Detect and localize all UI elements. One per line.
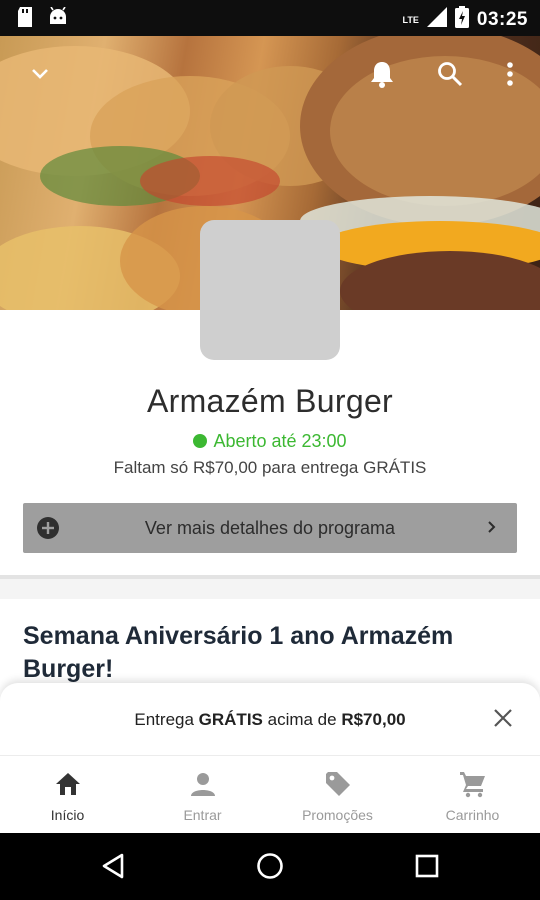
- tag-icon: [322, 768, 354, 800]
- sd-card-icon: [16, 7, 34, 32]
- free-delivery-highlight: GRÁTIS: [198, 710, 263, 729]
- bell-icon: [369, 60, 395, 93]
- recents-square-icon: [415, 854, 439, 883]
- chevron-right-icon: [487, 517, 497, 542]
- nav-label: Promoções: [302, 807, 373, 823]
- close-icon: [492, 709, 514, 733]
- person-icon: [187, 768, 219, 800]
- store-logo: [200, 220, 340, 360]
- home-system-button[interactable]: [250, 848, 290, 888]
- nav-label: Início: [50, 807, 85, 823]
- nav-item-entrar[interactable]: Entrar: [135, 756, 270, 833]
- open-status-dot: [193, 434, 208, 448]
- back-button[interactable]: [93, 848, 133, 888]
- close-sheet-button[interactable]: [492, 707, 514, 734]
- open-status-text: Aberto até 23:00: [213, 431, 347, 451]
- hero-toolbar: [0, 36, 540, 116]
- nav-item-inicio[interactable]: Início: [0, 756, 135, 833]
- store-name: Armazém Burger: [146, 383, 394, 419]
- recents-button[interactable]: [407, 848, 447, 888]
- nav-item-carrinho[interactable]: Carrinho: [405, 756, 540, 833]
- free-delivery-text: Entrega GRÁTIS acima de R$70,00: [0, 710, 540, 730]
- notifications-button[interactable]: [362, 56, 402, 96]
- nav-item-promocoes[interactable]: Promoções: [270, 756, 405, 833]
- cart-icon: [457, 768, 489, 800]
- free-delivery-amount: R$70,00: [341, 710, 406, 729]
- status-bar: LTE 03:25: [0, 0, 540, 36]
- home-circle-icon: [256, 852, 284, 885]
- promo-title: Semana Aniversário 1 ano Armazém Burger!: [23, 622, 454, 683]
- nav-label: Carrinho: [445, 807, 500, 823]
- delivery-message: Faltam só R$70,00 para entrega GRÁTIS: [113, 458, 427, 477]
- status-time: 03:25: [476, 8, 528, 30]
- collapse-button[interactable]: [20, 56, 60, 96]
- home-icon: [52, 768, 84, 800]
- search-button[interactable]: [430, 56, 470, 96]
- free-delivery-sheet: Entrega GRÁTIS acima de R$70,00: [0, 683, 540, 755]
- battery-icon: [454, 6, 469, 33]
- signal-icon: [426, 7, 447, 32]
- program-details-button[interactable]: Ver mais detalhes do programa: [23, 503, 517, 553]
- more-options-button[interactable]: [490, 56, 530, 96]
- nav-label: Entrar: [183, 807, 222, 823]
- bottom-navigation: Início Entrar Promoções Carrinho: [0, 755, 540, 833]
- chevron-down-icon: [30, 67, 50, 86]
- program-details-label: Ver mais detalhes do programa: [144, 518, 396, 538]
- section-gap: [0, 579, 540, 599]
- system-navigation-bar: [0, 833, 540, 900]
- open-status: Aberto até 23:00: [0, 431, 540, 452]
- network-type: LTE: [402, 14, 419, 25]
- more-vert-icon: [506, 61, 514, 92]
- search-icon: [437, 61, 463, 92]
- free-delivery-prefix: Entrega: [134, 710, 199, 729]
- android-icon: [48, 6, 68, 32]
- back-triangle-icon: [100, 852, 126, 885]
- free-delivery-middle: acima de: [262, 710, 342, 729]
